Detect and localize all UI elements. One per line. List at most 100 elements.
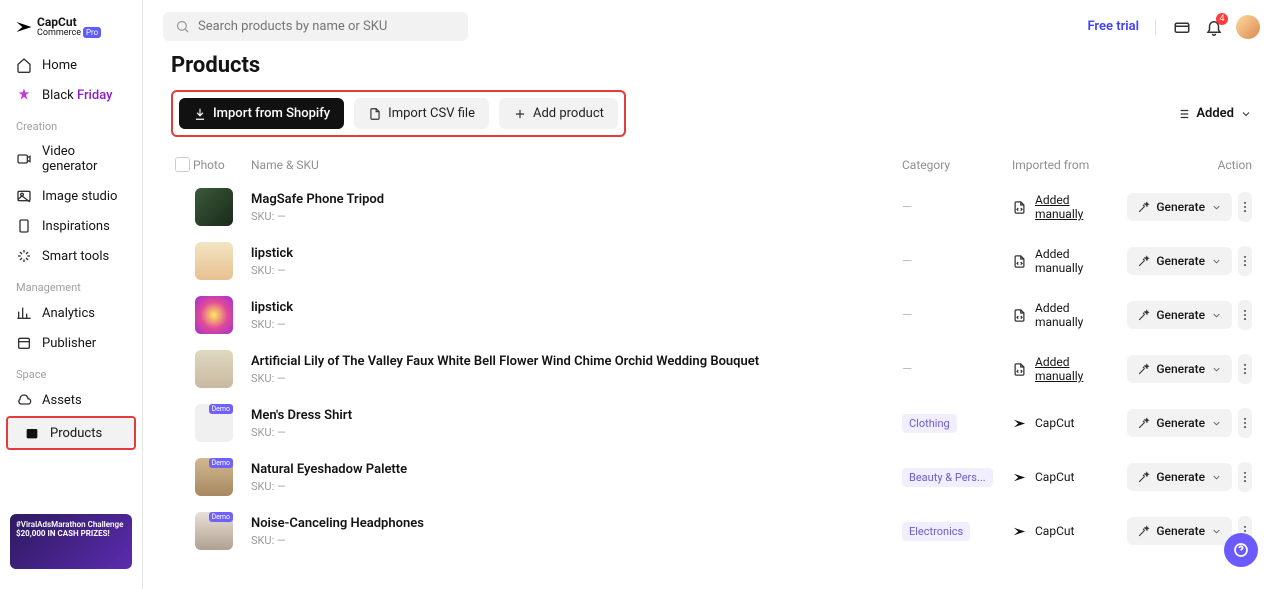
wallet-button[interactable]: [1172, 17, 1192, 37]
capcut-icon: [1012, 470, 1027, 485]
generate-button[interactable]: Generate: [1127, 463, 1232, 491]
download-icon: [193, 107, 207, 121]
imported-from: Added manually: [1012, 193, 1132, 222]
sort-button[interactable]: Added: [1176, 106, 1252, 121]
product-sku: SKU: —: [251, 318, 902, 331]
table-row: Artificial Lily of The Valley Faux White…: [171, 342, 1252, 396]
bulb-icon: [16, 218, 32, 234]
user-avatar[interactable]: [1236, 15, 1260, 39]
search-icon: [175, 19, 190, 34]
sidebar-item-analytics[interactable]: Analytics: [0, 298, 142, 328]
sidebar-item-video-generator[interactable]: Video generator: [0, 137, 142, 181]
product-name[interactable]: lipstick: [251, 246, 902, 261]
file-icon: [368, 107, 382, 121]
list-icon: [1176, 107, 1190, 121]
table-row: lipstick SKU: — — Added manually Generat…: [171, 234, 1252, 288]
dots-icon: [1238, 362, 1252, 376]
table-row: Demo Natural Eyeshadow Palette SKU: — Be…: [171, 450, 1252, 504]
more-button[interactable]: [1238, 192, 1252, 222]
more-button[interactable]: [1238, 300, 1252, 330]
sidebar-item-smart-tools[interactable]: Smart tools: [0, 241, 142, 271]
more-button[interactable]: [1238, 354, 1252, 384]
product-thumbnail[interactable]: Demo: [195, 512, 233, 550]
demo-badge: Demo: [209, 512, 233, 522]
product-name[interactable]: Artificial Lily of The Valley Faux White…: [251, 354, 902, 369]
sidebar-item-publisher[interactable]: Publisher: [0, 328, 142, 358]
product-thumbnail[interactable]: [195, 350, 233, 388]
more-button[interactable]: [1238, 408, 1252, 438]
doc-icon: [1012, 254, 1027, 269]
chevron-down-icon: [1211, 202, 1222, 213]
category-badge: Beauty & Pers...: [902, 468, 993, 487]
sidebar-item-black-friday[interactable]: Black Friday: [0, 80, 142, 110]
product-thumbnail[interactable]: [195, 296, 233, 334]
sidebar-item-assets[interactable]: Assets: [0, 385, 142, 415]
generate-button[interactable]: Generate: [1127, 193, 1232, 221]
demo-badge: Demo: [209, 458, 233, 468]
more-button[interactable]: [1238, 246, 1252, 276]
topbar: Free trial 4: [143, 0, 1280, 49]
wand-icon: [1137, 525, 1150, 538]
video-icon: [16, 151, 32, 167]
product-name[interactable]: Noise-Canceling Headphones: [251, 516, 902, 531]
tag-icon: [16, 87, 32, 103]
imported-from: CapCut: [1012, 416, 1132, 431]
generate-button[interactable]: Generate: [1127, 301, 1232, 329]
add-product-button[interactable]: Add product: [499, 98, 618, 129]
page-title: Products: [171, 53, 1252, 78]
table-row: MagSafe Phone Tripod SKU: — — Added manu…: [171, 180, 1252, 234]
table-row: lipstick SKU: — — Added manually Generat…: [171, 288, 1252, 342]
search-box[interactable]: [163, 12, 468, 41]
product-name[interactable]: MagSafe Phone Tripod: [251, 192, 902, 207]
box-icon: [24, 425, 40, 441]
search-input[interactable]: [198, 19, 456, 34]
sidebar-item-inspirations[interactable]: Inspirations: [0, 211, 142, 241]
plus-icon: [513, 107, 527, 121]
product-thumbnail[interactable]: Demo: [195, 404, 233, 442]
product-name[interactable]: lipstick: [251, 300, 902, 315]
wand-icon: [1137, 417, 1150, 430]
generate-button[interactable]: Generate: [1127, 517, 1232, 545]
imported-from: Added manually: [1012, 301, 1132, 330]
sparkle-icon: [16, 248, 32, 264]
dots-icon: [1238, 200, 1252, 214]
table-row: Demo Noise-Canceling Headphones SKU: — E…: [171, 504, 1252, 558]
wand-icon: [1137, 363, 1150, 376]
import-shopify-button[interactable]: Import from Shopify: [179, 98, 344, 129]
chevron-down-icon: [1240, 108, 1252, 120]
chevron-down-icon: [1211, 364, 1222, 375]
promo-banner[interactable]: #ViralAdsMarathon Challenge $20,000 IN C…: [10, 514, 132, 569]
select-all-checkbox[interactable]: [175, 157, 190, 172]
notifications-button[interactable]: 4: [1204, 17, 1224, 37]
actions-highlight: Import from Shopify Import CSV file Add …: [171, 90, 626, 137]
chevron-down-icon: [1211, 472, 1222, 483]
product-thumbnail[interactable]: Demo: [195, 458, 233, 496]
help-fab[interactable]: [1224, 533, 1258, 567]
dots-icon: [1238, 416, 1252, 430]
generate-button[interactable]: Generate: [1127, 409, 1232, 437]
more-button[interactable]: [1238, 462, 1252, 492]
sidebar-item-products[interactable]: Products: [8, 418, 134, 448]
brand-logo[interactable]: CapCut CommercePro: [0, 10, 142, 50]
home-icon: [16, 57, 32, 73]
product-thumbnail[interactable]: [195, 188, 233, 226]
capcut-icon: [1012, 524, 1027, 539]
sidebar-item-image-studio[interactable]: Image studio: [0, 181, 142, 211]
imported-from: Added manually: [1012, 247, 1132, 276]
sidebar-item-home[interactable]: Home: [0, 50, 142, 80]
section-space: Space: [0, 358, 142, 385]
free-trial-link[interactable]: Free trial: [1087, 19, 1139, 34]
generate-button[interactable]: Generate: [1127, 247, 1232, 275]
generate-button[interactable]: Generate: [1127, 355, 1232, 383]
imported-from: CapCut: [1012, 470, 1132, 485]
product-name[interactable]: Men's Dress Shirt: [251, 408, 902, 423]
import-csv-button[interactable]: Import CSV file: [354, 98, 489, 129]
product-thumbnail[interactable]: [195, 242, 233, 280]
demo-badge: Demo: [209, 404, 233, 414]
wallet-icon: [1173, 18, 1191, 36]
chart-icon: [16, 305, 32, 321]
product-name[interactable]: Natural Eyeshadow Palette: [251, 462, 902, 477]
product-sku: SKU: —: [251, 480, 902, 493]
notif-badge: 4: [1216, 13, 1228, 25]
dots-icon: [1238, 254, 1252, 268]
